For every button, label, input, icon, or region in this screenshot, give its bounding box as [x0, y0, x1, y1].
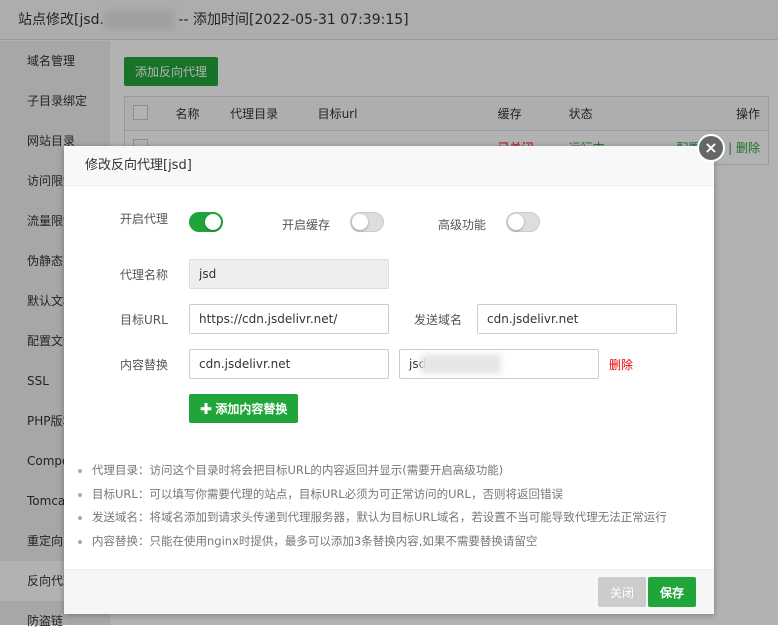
enable-cache-toggle[interactable] — [350, 212, 384, 232]
enable-cache-label: 开启缓存 — [282, 218, 331, 232]
target-url-label: 目标URL — [120, 312, 168, 327]
proxy-name-input[interactable] — [189, 259, 389, 289]
send-domain-input[interactable] — [477, 304, 677, 334]
replace-delete-link[interactable]: 删除 — [609, 356, 633, 373]
add-replace-label: 添加内容替换 — [215, 402, 288, 416]
save-button[interactable]: 保存 — [648, 577, 697, 607]
tip-item: 代理目录：访问这个目录时将会把目标URL的内容返回并显示(需要开启高级功能) — [92, 459, 667, 483]
modal-footer: 关闭 保存 — [64, 569, 714, 614]
replace-from-input[interactable] — [189, 349, 389, 379]
edit-proxy-modal: 修改反向代理[jsd] 开启代理 开启缓存 高级功能 代理名称 目标URL 发送… — [64, 146, 714, 614]
add-content-replace-button[interactable]: ✚ 添加内容替换 — [189, 394, 299, 423]
enable-proxy-toggle[interactable] — [189, 212, 223, 232]
target-url-input[interactable] — [189, 304, 389, 334]
redacted-value — [421, 354, 501, 374]
advanced-toggle[interactable] — [506, 212, 540, 232]
tip-item: 内容替换：只能在使用nginx时提供，最多可以添加3条替换内容,如果不需要替换请… — [92, 530, 667, 554]
tip-item: 发送域名：将域名添加到请求头传递到代理服务器，默认为目标URL域名，若设置不当可… — [92, 506, 667, 530]
modal-title: 修改反向代理[jsd] — [64, 146, 714, 186]
tip-item: 目标URL：可以填写你需要代理的站点，目标URL必须为可正常访问的URL，否则将… — [92, 483, 667, 507]
advanced-label: 高级功能 — [438, 218, 487, 232]
plus-icon: ✚ — [200, 402, 216, 416]
close-button[interactable]: 关闭 — [598, 577, 647, 607]
send-domain-label: 发送域名 — [414, 312, 463, 327]
enable-proxy-label: 开启代理 — [120, 212, 169, 226]
proxy-name-label: 代理名称 — [120, 267, 169, 282]
help-tips: 代理目录：访问这个目录时将会把目标URL的内容返回并显示(需要开启高级功能) 目… — [78, 459, 667, 553]
content-replace-label: 内容替换 — [120, 357, 169, 372]
close-icon[interactable]: × — [697, 134, 725, 162]
